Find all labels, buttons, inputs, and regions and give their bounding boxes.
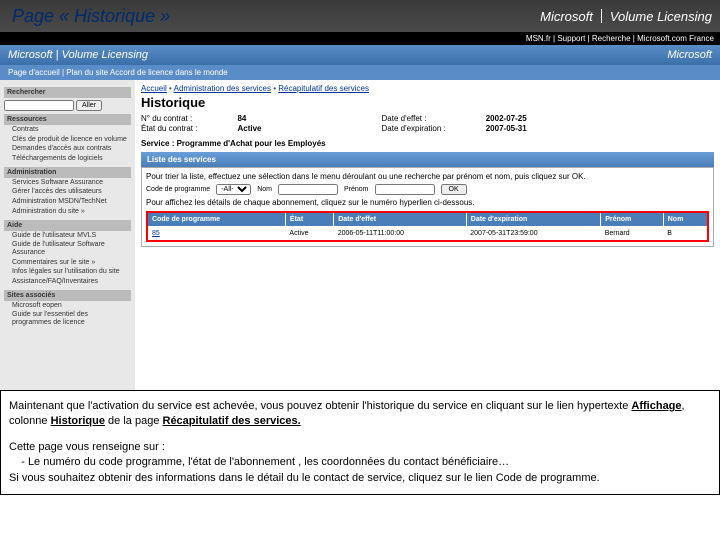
contract-state-value: Active bbox=[237, 124, 261, 133]
sidebar-item[interactable]: Clés de produit de licence en volume bbox=[4, 135, 131, 145]
filter-code-select[interactable]: -All- bbox=[216, 184, 251, 195]
breadcrumb-admin[interactable]: Administration des services bbox=[174, 84, 271, 93]
table-cell: 2007-05-31T23:59:00 bbox=[466, 226, 600, 241]
history-table: Code de programmeÉtatDate d'effetDate d'… bbox=[146, 211, 709, 242]
table-cell: Active bbox=[285, 226, 333, 241]
app-brand: Microsoft | Volume Licensing bbox=[8, 49, 148, 61]
sidebar-item[interactable]: Infos légales sur l'utilisation du site bbox=[4, 267, 131, 277]
table-cell[interactable]: 85 bbox=[147, 226, 285, 241]
ms-logo-text: Microsoft bbox=[540, 9, 593, 24]
table-header-cell[interactable]: Date d'effet bbox=[334, 212, 467, 227]
sidebar-item[interactable]: Guide de l'utilisateur Software Assuranc… bbox=[4, 240, 131, 257]
sidebar-item[interactable]: Guide de l'utilisateur MVLS bbox=[4, 231, 131, 241]
sidebar-item[interactable]: Administration du site » bbox=[4, 207, 131, 217]
table-header-cell[interactable]: État bbox=[285, 212, 333, 227]
services-panel: Pour trier la liste, effectuez une sélec… bbox=[141, 167, 714, 247]
brand-separator bbox=[601, 9, 602, 23]
explanation-box: Maintenant que l'activation du service e… bbox=[0, 390, 720, 495]
sidebar-group-header: Sites associés bbox=[4, 290, 131, 301]
sidebar-item[interactable]: Commentaires sur le site » bbox=[4, 258, 131, 268]
filter-nom-label: Nom bbox=[257, 186, 272, 193]
sidebar-item[interactable]: Administration MSDN/TechNet bbox=[4, 197, 131, 207]
sidebar-search-header: Rechercher bbox=[4, 87, 131, 98]
search-input[interactable] bbox=[4, 100, 74, 111]
sidebar-item[interactable]: Contrats bbox=[4, 125, 131, 135]
table-header-cell[interactable]: Prénom bbox=[601, 212, 664, 227]
sidebar-group-header: Aide bbox=[4, 220, 131, 231]
search-go-button[interactable]: Aller bbox=[76, 100, 102, 111]
page-heading: Historique bbox=[141, 95, 714, 110]
filter-code-label: Code de programme bbox=[146, 186, 210, 193]
sidebar-item[interactable]: Assistance/FAQ/Inventaires bbox=[4, 277, 131, 287]
page-title: Page « Historique » bbox=[8, 6, 170, 27]
app-brand-right: Microsoft bbox=[667, 49, 712, 61]
top-nav-links[interactable]: MSN.fr | Support | Recherche | Microsoft… bbox=[0, 32, 720, 45]
table-header-cell[interactable]: Date d'expiration bbox=[466, 212, 600, 227]
sidebar-item[interactable]: Guide sur l'essentiel des programmes de … bbox=[4, 310, 131, 327]
expiration-date-label: Date d'expiration : bbox=[382, 124, 446, 133]
sidebar-item[interactable]: Demandes d'accès aux contrats bbox=[4, 144, 131, 154]
filter-instructions: Pour trier la liste, effectuez une sélec… bbox=[146, 172, 709, 181]
expiration-date-value: 2007-05-31 bbox=[486, 124, 527, 133]
table-cell: B bbox=[663, 226, 708, 241]
effective-date-label: Date d'effet : bbox=[382, 114, 427, 123]
app-header: Microsoft | Volume Licensing Microsoft bbox=[0, 45, 720, 65]
sidebar-item[interactable]: Microsoft eopen bbox=[4, 301, 131, 311]
sub-nav[interactable]: Page d'accueil | Plan du site Accord de … bbox=[0, 65, 720, 80]
breadcrumb-home[interactable]: Accueil bbox=[141, 84, 167, 93]
contract-num-label: N° du contrat : bbox=[141, 114, 192, 123]
sidebar-item[interactable]: Services Software Assurance bbox=[4, 178, 131, 188]
sidebar: Rechercher Aller RessourcesContratsClés … bbox=[0, 80, 135, 390]
filter-nom-input[interactable] bbox=[278, 184, 338, 195]
product-text: Volume Licensing bbox=[610, 9, 712, 24]
slide-header: Page « Historique » Microsoft Volume Lic… bbox=[0, 0, 720, 32]
services-panel-header: Liste des services bbox=[141, 152, 714, 167]
sidebar-item[interactable]: Gérer l'accès des utilisateurs bbox=[4, 187, 131, 197]
effective-date-value: 2002-07-25 bbox=[486, 114, 527, 123]
table-cell: Bernard bbox=[601, 226, 664, 241]
brand-logo: Microsoft Volume Licensing bbox=[540, 9, 712, 24]
filter-ok-button[interactable]: OK bbox=[441, 184, 467, 195]
table-instructions: Pour affichez les détails de chaque abon… bbox=[146, 198, 709, 207]
sidebar-group-header: Administration bbox=[4, 167, 131, 178]
table-row[interactable]: 85Active2006-05-11T11:00:002007-05-31T23… bbox=[147, 226, 708, 241]
table-header-cell[interactable]: Code de programme bbox=[147, 212, 285, 227]
contract-num-value: 84 bbox=[237, 114, 246, 123]
service-line: Service : Programme d'Achat pour les Emp… bbox=[141, 139, 714, 148]
breadcrumb: Accueil • Administration des services • … bbox=[141, 84, 714, 93]
content-area: Accueil • Administration des services • … bbox=[135, 80, 720, 390]
filter-prenom-label: Prénom bbox=[344, 186, 369, 193]
contract-state-label: État du contrat : bbox=[141, 124, 197, 133]
sidebar-group-header: Ressources bbox=[4, 114, 131, 125]
filter-prenom-input[interactable] bbox=[375, 184, 435, 195]
breadcrumb-recap[interactable]: Récapitulatif des services bbox=[278, 84, 369, 93]
sidebar-item[interactable]: Téléchargements de logiciels bbox=[4, 154, 131, 164]
table-cell: 2006-05-11T11:00:00 bbox=[334, 226, 467, 241]
table-header-cell[interactable]: Nom bbox=[663, 212, 708, 227]
contract-info: N° du contrat : État du contrat : 84 Act… bbox=[141, 114, 714, 135]
